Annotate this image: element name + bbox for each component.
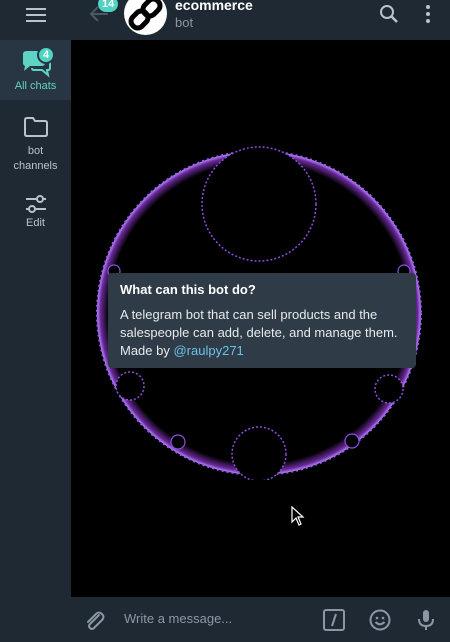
bot-info-description: A telegram bot that can sell products an… [120,306,404,360]
emoji-icon[interactable] [368,608,392,632]
message-input[interactable] [124,611,324,626]
sliders-icon [25,195,46,213]
chat-area[interactable]: What can this bot do? A telegram bot tha… [71,40,450,597]
folder-label: bot channels [13,145,58,172]
hamburger-menu-icon [25,8,46,22]
folder-label: All chats [14,80,57,92]
message-composer [71,597,450,642]
unread-count-badge: 14 [98,0,119,12]
mouse-cursor-icon [291,506,305,526]
folder-all-chats[interactable]: 4 All chats [0,40,71,100]
more-options-icon[interactable] [417,4,439,24]
microphone-icon[interactable] [414,608,438,632]
bot-info-card: What can this bot do? A telegram bot tha… [108,273,416,368]
chat-title[interactable]: ecommerce [175,0,253,13]
attach-paperclip-icon[interactable] [82,608,106,632]
menu-button[interactable] [0,0,71,30]
folder-icon [23,117,48,137]
chain-link-icon [128,0,163,31]
search-icon[interactable] [378,4,400,24]
folder-bot-channels[interactable]: bot channels [0,112,71,176]
author-mention-link[interactable]: @raulpy271 [173,343,243,358]
bot-avatar[interactable] [124,0,167,35]
bot-info-heading: What can this bot do? [120,282,256,297]
chat-header: 14 ecommerce bot [71,0,450,40]
folders-sidebar: 4 All chats bot channels Edit [0,0,71,642]
chat-subtitle: bot [175,15,194,30]
folder-edit[interactable]: Edit [0,190,71,236]
folder-unread-badge: 4 [37,46,55,64]
bot-description-text: A telegram bot that can sell products an… [120,307,398,358]
bot-commands-icon[interactable] [322,608,346,632]
folder-label: Edit [26,217,45,229]
